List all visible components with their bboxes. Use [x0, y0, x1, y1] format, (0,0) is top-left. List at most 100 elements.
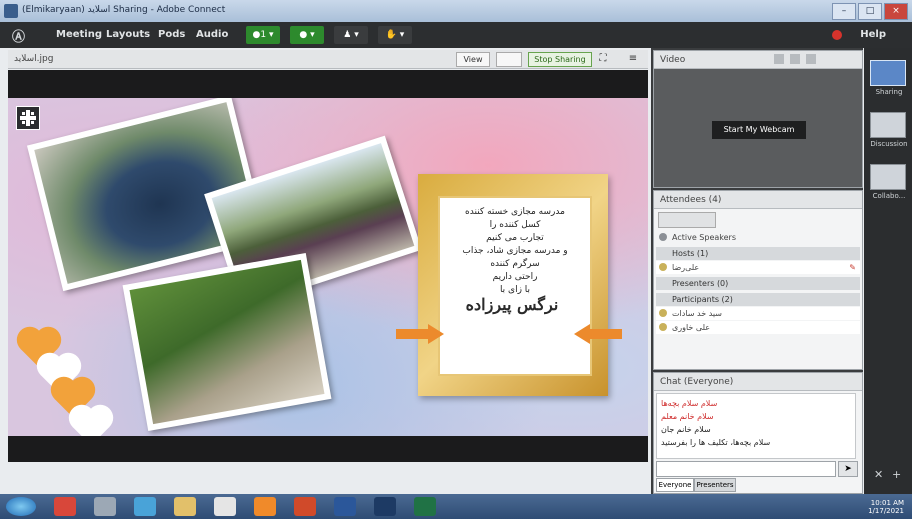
- chat-message: سلام سلام بچه‌ها: [661, 399, 718, 408]
- microphone-status-button[interactable]: ●1 ▾: [246, 26, 280, 44]
- arrow-right-icon: [396, 324, 444, 344]
- camera-status-button[interactable]: ● ▾: [290, 26, 324, 44]
- pod-menu-icon[interactable]: ≡: [626, 52, 640, 65]
- taskbar-browser-icon[interactable]: [134, 497, 156, 516]
- chat-input[interactable]: [656, 461, 836, 477]
- participant-row[interactable]: سید خد سادات: [656, 307, 860, 320]
- right-pods-column: Video Start My Webcam Attendees (4) Acti…: [651, 48, 863, 494]
- help-menu[interactable]: Help: [860, 29, 886, 40]
- video-pod-title: Video: [660, 55, 686, 65]
- poem-card: مدرسه مجازی خسته کننده کسل کننده را تجار…: [438, 196, 592, 376]
- taskbar-app-icon[interactable]: [254, 497, 276, 516]
- attendees-pod-header: Attendees (4): [654, 191, 862, 209]
- layout-collaboration-thumbnail[interactable]: [870, 164, 906, 190]
- chat-pod-title: Chat (Everyone): [660, 377, 734, 387]
- active-speakers-label: Active Speakers: [672, 233, 736, 242]
- system-clock[interactable]: 10:01 AM 1/17/2021: [868, 499, 904, 515]
- attendee-view-toggle[interactable]: [658, 212, 716, 228]
- taskbar-chrome-icon[interactable]: [214, 497, 236, 516]
- menu-audio[interactable]: Audio: [196, 29, 228, 40]
- share-pod-title: اسلاید.jpg: [14, 54, 54, 64]
- fullscreen-view-icon[interactable]: [806, 54, 816, 64]
- view-button[interactable]: View: [456, 52, 490, 67]
- slide-logo-icon: [16, 106, 40, 130]
- close-button[interactable]: ×: [884, 3, 908, 20]
- poem-text: مدرسه مجازی خسته کننده کسل کننده را تجار…: [450, 206, 580, 297]
- grid-view-icon[interactable]: [774, 54, 784, 64]
- poem-line: سرگرم کننده: [490, 259, 540, 269]
- taskbar-excel-icon[interactable]: [414, 497, 436, 516]
- filmstrip-view-icon[interactable]: [790, 54, 800, 64]
- fullscreen-icon[interactable]: ⛶: [596, 52, 610, 65]
- tab-everyone[interactable]: Everyone: [656, 478, 694, 492]
- microphone-icon: ✎: [849, 263, 856, 272]
- start-webcam-button[interactable]: Start My Webcam: [712, 121, 806, 139]
- poem-line: و مدرسه مجازی شاد، جذاب: [462, 246, 568, 256]
- menu-pods[interactable]: Pods: [158, 29, 185, 40]
- arrow-left-icon: [574, 324, 622, 344]
- user-status-button[interactable]: ♟ ▾: [334, 26, 368, 44]
- video-area: Start My Webcam: [654, 69, 862, 187]
- chat-pod: Chat (Everyone) سلام سلام بچه‌ها سلام خا…: [653, 372, 863, 494]
- layout-discussion-thumbnail[interactable]: [870, 112, 906, 138]
- presenters-section[interactable]: Presenters (0): [656, 277, 860, 290]
- zoom-icon[interactable]: [496, 52, 522, 67]
- video-pod: Video Start My Webcam: [653, 50, 863, 188]
- attendees-pod: Attendees (4) Active Speakers Hosts (1) …: [653, 190, 863, 370]
- host-row[interactable]: علی‌رضا ✎: [656, 261, 860, 274]
- window-title-bar: (Elmikaryaan) اسلاید Sharing - Adobe Con…: [0, 0, 912, 22]
- menu-layouts[interactable]: Layouts: [106, 29, 150, 40]
- poem-line: مدرسه مجازی خسته کننده: [465, 207, 565, 217]
- adobe-connect-icon: [4, 4, 18, 18]
- start-button-icon[interactable]: [6, 497, 36, 516]
- poem-frame: مدرسه مجازی خسته کننده کسل کننده را تجار…: [418, 174, 608, 396]
- chat-pod-header: Chat (Everyone): [654, 373, 862, 391]
- adobe-logo-icon: Ⓐ: [12, 30, 26, 45]
- layouts-sidebar: Sharing Discussion Collabo... ✕ +: [864, 48, 912, 494]
- layout-sharing-thumbnail[interactable]: [870, 60, 906, 86]
- taskbar-photoshop-icon[interactable]: [374, 497, 396, 516]
- maximize-button[interactable]: □: [858, 3, 882, 20]
- poem-line: تجارب می کنیم: [486, 233, 544, 243]
- tab-presenters[interactable]: Presenters: [694, 478, 736, 492]
- hosts-section[interactable]: Hosts (1): [656, 247, 860, 260]
- participant-row[interactable]: علی خاوری: [656, 321, 860, 334]
- participants-header: Participants (2): [672, 295, 733, 304]
- poem-line: راحتی داریم: [492, 272, 538, 282]
- host-name: علی‌رضا: [672, 263, 700, 272]
- taskbar-folder-icon[interactable]: [174, 497, 196, 516]
- poem-line: کسل کننده را: [489, 220, 541, 230]
- menu-meeting[interactable]: Meeting: [56, 29, 102, 40]
- taskbar-app-icon[interactable]: [94, 497, 116, 516]
- taskbar-powerpoint-icon[interactable]: [294, 497, 316, 516]
- clock-date: 1/17/2021: [868, 507, 904, 515]
- photo-school-garden: [122, 252, 332, 432]
- attendees-pod-title: Attendees (4): [660, 195, 722, 205]
- active-speakers-row: Active Speakers: [656, 231, 860, 244]
- chat-messages-area: سلام سلام بچه‌ها سلام خانم معلم سلام خان…: [656, 393, 856, 459]
- shared-slide: مدرسه مجازی خسته کننده کسل کننده را تجار…: [8, 98, 648, 436]
- menu-bar: Ⓐ Meeting Layouts Pods Audio ●1 ▾ ● ▾ ♟ …: [0, 22, 912, 48]
- chat-message: سلام خانم جان: [661, 425, 711, 434]
- hosts-header: Hosts (1): [672, 249, 709, 258]
- minimize-button[interactable]: –: [832, 3, 856, 20]
- share-pod: مدرسه مجازی خسته کننده کسل کننده را تجار…: [8, 70, 648, 462]
- chat-message: سلام خانم معلم: [661, 412, 714, 421]
- send-message-icon[interactable]: ➤: [838, 461, 858, 477]
- raise-hand-button[interactable]: ✋ ▾: [378, 26, 412, 44]
- window-controls: – □ ×: [832, 3, 908, 20]
- participant-name: علی خاوری: [672, 323, 711, 332]
- taskbar-word-icon[interactable]: [334, 497, 356, 516]
- sidebar-close-icon[interactable]: ✕: [874, 468, 883, 481]
- presenters-header: Presenters (0): [672, 279, 729, 288]
- participant-name: سید خد سادات: [672, 309, 723, 318]
- participants-section[interactable]: Participants (2): [656, 293, 860, 306]
- share-pod-header: اسلاید.jpg View Stop Sharing ⛶ ≡: [8, 50, 648, 69]
- taskbar-media-icon[interactable]: [54, 497, 76, 516]
- sidebar-add-icon[interactable]: +: [892, 468, 901, 481]
- windows-taskbar: 10:01 AM 1/17/2021: [0, 494, 912, 519]
- layout-discussion-label: Discussion: [870, 140, 908, 148]
- layout-collaboration-label: Collabo...: [872, 192, 906, 200]
- stop-sharing-button[interactable]: Stop Sharing: [528, 52, 592, 67]
- author-name: نرگس پیرزاده: [465, 295, 559, 314]
